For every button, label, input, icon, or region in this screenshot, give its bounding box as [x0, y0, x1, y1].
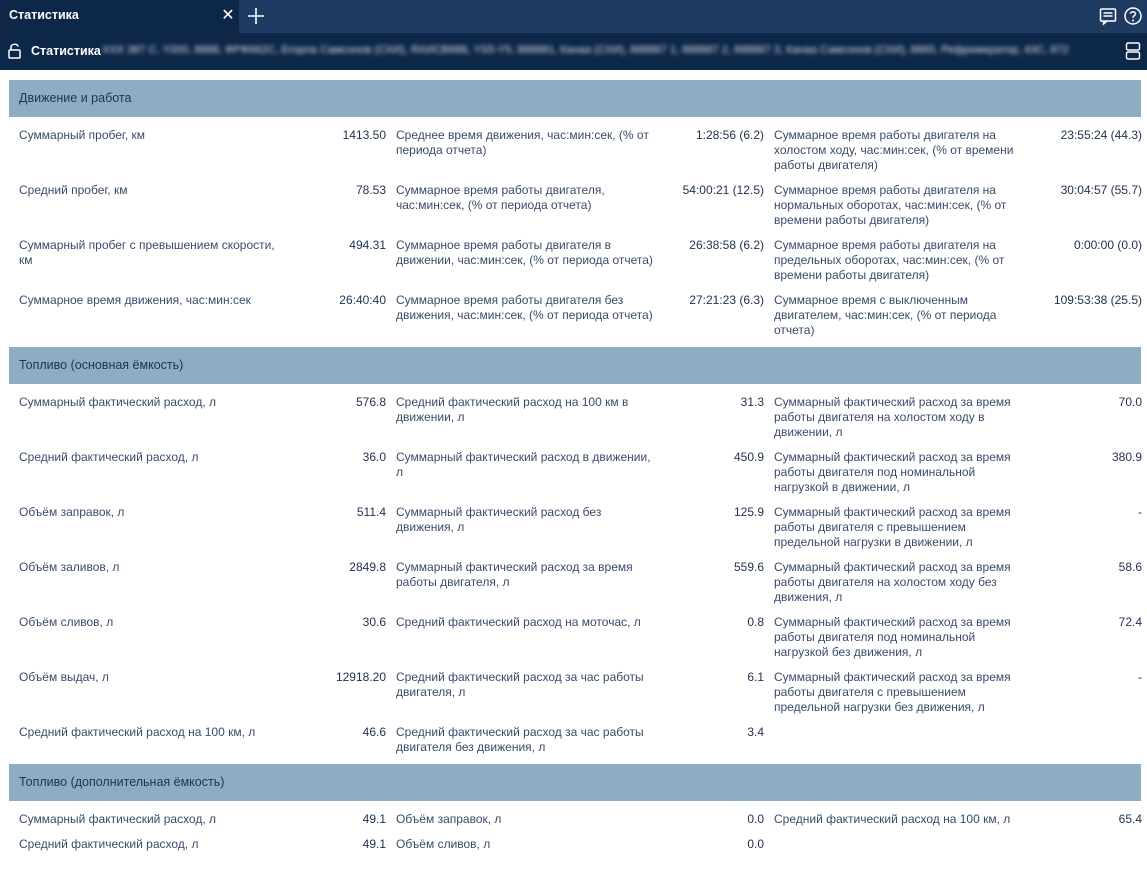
- stat-value: 511.4: [356, 505, 386, 519]
- stat-label: Средний фактический расход за час работы…: [396, 670, 644, 699]
- stat-label: Суммарное время работы двигателя на норм…: [774, 183, 1007, 227]
- section-title: Движение и работа: [19, 91, 132, 105]
- stat-value: -: [1138, 670, 1142, 684]
- stat-label: Объём сливов, л: [396, 837, 491, 851]
- stat-value: 23:55:24 (44.3): [1060, 128, 1142, 142]
- stat-value: 0.8: [747, 615, 764, 629]
- stat-label: Средний фактический расход, л: [19, 837, 199, 851]
- section-fuel-extra-header[interactable]: Топливо (дополнительная ёмкость): [9, 764, 1141, 801]
- stat-label: Суммарный фактический расход за время ра…: [774, 670, 1011, 714]
- stat-label: Суммарный фактический расход за время ра…: [774, 560, 1011, 604]
- stat-value: 380.9: [1111, 450, 1142, 464]
- stat-label: Средний фактический расход, л: [19, 450, 199, 464]
- stat-label: Суммарное время работы двигателя в движе…: [396, 238, 653, 267]
- stat-label: Суммарное время работы двигателя на пред…: [774, 238, 1005, 282]
- stat-label: Суммарное время движения, час:мин:сек: [19, 293, 251, 307]
- stat-label: Суммарное время работы двигателя на холо…: [774, 128, 1014, 172]
- stat-value: 3.4: [747, 725, 764, 739]
- stat-label: Суммарный фактический расход за время ра…: [774, 450, 1011, 494]
- stat-label: Средний фактический расход на моточас, л: [396, 615, 641, 629]
- stat-label: Средний фактический расход на 100 км в д…: [396, 395, 629, 424]
- section-fuel-main-header[interactable]: Топливо (основная ёмкость): [9, 347, 1141, 384]
- stat-label: Суммарный фактический расход, л: [19, 395, 217, 409]
- tab-statistics[interactable]: Статистика ✕: [0, 0, 239, 33]
- stat-value: 31.3: [740, 395, 764, 409]
- stat-value: 36.0: [362, 450, 386, 464]
- stat-value: 54:00:21 (12.5): [682, 183, 764, 197]
- stat-label: Суммарный фактический расход за время ра…: [774, 615, 1011, 659]
- section-title: Топливо (дополнительная ёмкость): [19, 775, 225, 789]
- stat-value: 30.6: [362, 615, 386, 629]
- stat-value: 26:38:58 (6.2): [689, 238, 764, 252]
- stat-label: Средний фактический расход на 100 км, л: [19, 725, 256, 739]
- stat-value: 70.0: [1118, 395, 1142, 409]
- tab-label: Статистика: [9, 8, 79, 22]
- stat-label: Объём заливов, л: [19, 560, 120, 574]
- stat-label: Суммарное время с выключенным двигателем…: [774, 293, 997, 337]
- stat-label: Суммарный пробег, км: [19, 128, 146, 142]
- stat-value: 576.8: [355, 395, 386, 409]
- stat-value: -: [1138, 505, 1142, 519]
- stat-value: 65.4: [1118, 812, 1142, 826]
- stat-value: 450.9: [733, 450, 764, 464]
- report-details: XXX 387 С, Y000, 8888, ФРФ662С, Егорла С…: [102, 44, 1069, 56]
- section-movement-header[interactable]: Движение и работа: [9, 80, 1141, 117]
- unlock-icon[interactable]: [7, 42, 23, 60]
- stat-value: 49.1: [362, 837, 386, 851]
- tab-bar: Статистика ✕: [0, 0, 1147, 33]
- page-header: Статистика XXX 387 С, Y000, 8888, ФРФ662…: [0, 33, 1147, 70]
- plus-icon[interactable]: [245, 5, 267, 27]
- stat-value: 49.1: [362, 812, 386, 826]
- section-title: Топливо (основная ёмкость): [19, 358, 184, 372]
- stat-label: Суммарный фактический расход, л: [19, 812, 217, 826]
- stat-label: Суммарный пробег с превышением скорости,…: [19, 238, 275, 267]
- stat-value: 1:28:56 (6.2): [695, 128, 764, 142]
- page-title: Статистика: [31, 44, 101, 58]
- layout-icon[interactable]: [1125, 41, 1141, 61]
- stat-label: Средний пробег, км: [19, 183, 128, 197]
- help-icon[interactable]: [1123, 6, 1143, 26]
- stat-value: 78.53: [355, 183, 386, 197]
- stat-label: Среднее время движения, час:мин:сек, (% …: [396, 128, 649, 157]
- stat-value: 494.31: [349, 238, 386, 252]
- stat-label: Суммарный фактический расход за время ра…: [396, 560, 633, 589]
- stat-label: Суммарный фактический расход без движени…: [396, 505, 602, 534]
- stat-value: 0.0: [747, 837, 764, 851]
- stat-value: 6.1: [747, 670, 764, 684]
- stat-label: Суммарное время работы двигателя без дви…: [396, 293, 653, 322]
- stat-value: 125.9: [733, 505, 764, 519]
- stat-value: 46.6: [362, 725, 386, 739]
- stat-value: 1413.50: [342, 128, 386, 142]
- close-icon[interactable]: ✕: [219, 6, 237, 26]
- stat-value: 26:40:40: [339, 293, 386, 307]
- stat-label: Суммарное время работы двигателя, час:ми…: [396, 183, 605, 212]
- stat-value: 0.0: [747, 812, 764, 826]
- stat-value: 30:04:57 (55.7): [1060, 183, 1142, 197]
- stat-label: Суммарный фактический расход в движении,…: [396, 450, 651, 479]
- stat-value: 58.6: [1118, 560, 1142, 574]
- stat-label: Средний фактический расход на 100 км, л: [774, 812, 1011, 826]
- stat-label: Суммарный фактический расход за время ра…: [774, 505, 1011, 549]
- stat-label: Средний фактический расход за час работы…: [396, 725, 644, 754]
- stat-label: Объём выдач, л: [19, 670, 109, 684]
- stat-label: Суммарный фактический расход за время ра…: [774, 395, 1011, 439]
- stat-value: 0:00:00 (0.0): [1073, 238, 1142, 252]
- notes-icon[interactable]: [1098, 6, 1118, 26]
- stat-value: 109:53:38 (25.5): [1053, 293, 1142, 307]
- stat-label: Объём сливов, л: [19, 615, 114, 629]
- stat-label: Объём заправок, л: [19, 505, 125, 519]
- stat-value: 27:21:23 (6.3): [689, 293, 764, 307]
- stat-value: 559.6: [733, 560, 764, 574]
- stat-value: 2849.8: [349, 560, 386, 574]
- stat-value: 72.4: [1118, 615, 1142, 629]
- stat-label: Объём заправок, л: [396, 812, 502, 826]
- stat-value: 12918.20: [335, 670, 386, 684]
